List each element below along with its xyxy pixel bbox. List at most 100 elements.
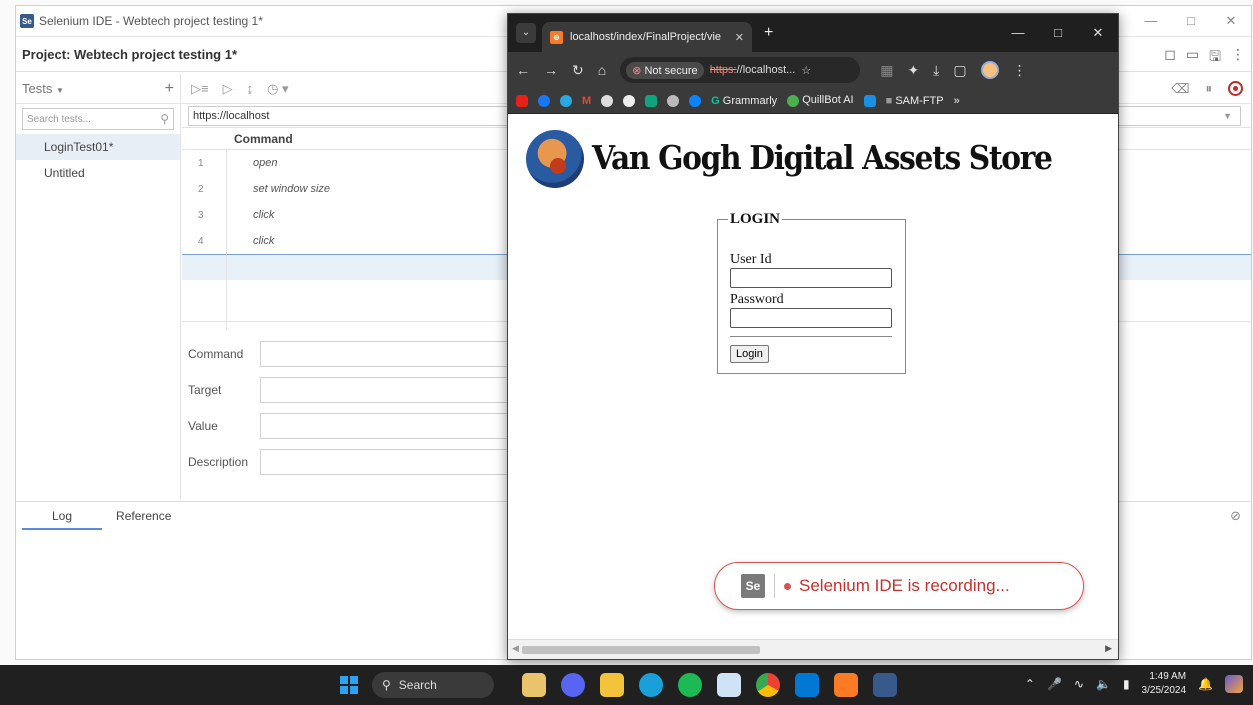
back-icon[interactable]: ←: [516, 62, 530, 78]
onedrive-icon[interactable]: [689, 94, 702, 107]
facebook-icon[interactable]: [538, 94, 550, 107]
description-field[interactable]: [260, 449, 520, 475]
password-input[interactable]: [730, 308, 892, 328]
run-current-test-icon[interactable]: ▷: [223, 81, 233, 97]
grammarly-bookmark[interactable]: G Grammarly: [711, 95, 777, 107]
widgets-icon[interactable]: [522, 673, 546, 697]
sam-ftp-bookmark[interactable]: ■ SAM-FTP: [886, 95, 944, 107]
battery-icon[interactable]: ▮: [1123, 677, 1130, 691]
clock[interactable]: 1:49 AM 3/25/2024: [1142, 670, 1187, 698]
file-explorer-icon[interactable]: [600, 673, 624, 697]
chrome-icon[interactable]: [756, 673, 780, 697]
minimize-icon[interactable]: —: [998, 14, 1038, 52]
maximize-icon[interactable]: □: [1038, 14, 1078, 52]
value-field[interactable]: [260, 413, 520, 439]
youtube-icon[interactable]: [516, 94, 528, 107]
clear-log-icon[interactable]: ⊘: [1230, 508, 1241, 524]
run-all-tests-icon[interactable]: ▷≡: [191, 81, 209, 97]
save-project-icon[interactable]: 🖫: [1209, 46, 1221, 70]
address-bar[interactable]: ⊗ Not secure https://localhost... ☆: [620, 57, 861, 83]
close-icon[interactable]: ✕: [1078, 14, 1118, 52]
copilot-icon[interactable]: [1225, 675, 1243, 693]
selenium-ide-icon[interactable]: [873, 673, 897, 697]
taskbar-search[interactable]: ⚲ Search: [372, 672, 494, 698]
volume-icon[interactable]: 🔈: [1096, 677, 1111, 691]
speed-icon[interactable]: ◷ ▾: [267, 81, 288, 97]
tab-reference[interactable]: Reference: [102, 502, 185, 530]
test-item-untitled[interactable]: Untitled: [16, 160, 180, 186]
web-icon[interactable]: [667, 94, 680, 107]
github-icon[interactable]: [623, 94, 636, 107]
selenium-logo-icon: Se: [20, 14, 34, 28]
new-tab-icon[interactable]: +: [764, 24, 773, 42]
tests-panel: Search tests... ⚲ LoginTest01* Untitled: [16, 104, 181, 499]
downloads-icon[interactable]: ⤓: [933, 62, 939, 79]
discord-icon[interactable]: [561, 673, 585, 697]
close-tab-icon[interactable]: ✕: [735, 31, 744, 44]
not-secure-badge[interactable]: ⊗ Not secure: [626, 61, 704, 79]
more-options-icon[interactable]: ⋮: [1231, 46, 1245, 70]
command-index: 4: [198, 235, 204, 247]
command-field[interactable]: [260, 341, 520, 367]
home-icon[interactable]: ⌂: [598, 62, 606, 78]
outlook-icon[interactable]: [795, 673, 819, 697]
step-over-icon[interactable]: ↨: [247, 81, 254, 97]
disable-breakpoints-icon[interactable]: ⌫: [1171, 81, 1189, 97]
side-panel-icon[interactable]: ▢: [953, 62, 966, 79]
close-icon[interactable]: ✕: [1211, 6, 1251, 36]
new-project-icon[interactable]: ◻: [1164, 46, 1176, 70]
xampp-icon[interactable]: [834, 673, 858, 697]
more-bookmarks-icon[interactable]: »: [954, 95, 960, 107]
not-secure-label: Not secure: [644, 64, 698, 77]
minimize-icon[interactable]: —: [1131, 6, 1171, 36]
target-field[interactable]: [260, 377, 520, 403]
chevron-down-icon[interactable]: ▼: [1223, 107, 1232, 125]
edge-icon[interactable]: [639, 673, 663, 697]
chevron-down-icon: ▼: [55, 86, 64, 95]
selenium-window-controls: — □ ✕: [1131, 6, 1251, 36]
recording-banner: Se Selenium IDE is recording...: [714, 562, 1084, 610]
chrome-menu-icon[interactable]: ⋮: [1013, 62, 1027, 79]
tab-search-icon[interactable]: ⌄: [516, 23, 536, 43]
quillbot-bookmark[interactable]: QuillBot AI: [787, 94, 854, 107]
add-test-button[interactable]: +: [165, 80, 174, 98]
divider: [774, 574, 775, 598]
maximize-icon[interactable]: □: [1171, 6, 1211, 36]
tab-log[interactable]: Log: [22, 502, 103, 530]
forward-icon[interactable]: →: [544, 62, 558, 78]
notification-bell-icon[interactable]: 🔔: [1198, 677, 1213, 691]
wifi-bookmark-icon[interactable]: [863, 94, 876, 107]
extensions-icon[interactable]: ✦: [907, 62, 919, 79]
wifi-icon[interactable]: ∿: [1074, 677, 1084, 691]
notepad-icon[interactable]: [717, 673, 741, 697]
value-label: Value: [188, 419, 218, 433]
spotify-icon[interactable]: [678, 673, 702, 697]
chatgpt-icon[interactable]: [645, 94, 658, 107]
user-id-input[interactable]: [730, 268, 892, 288]
login-button[interactable]: Login: [730, 345, 769, 363]
scrollbar-thumb[interactable]: [522, 646, 760, 654]
scroll-right-icon[interactable]: ▶: [1105, 643, 1112, 654]
recording-dot-icon: [784, 582, 791, 590]
bookmark-star-icon[interactable]: ☆: [801, 64, 811, 77]
pause-icon[interactable]: ⏸: [1206, 81, 1213, 97]
search-tests-input[interactable]: Search tests... ⚲: [22, 108, 174, 130]
bookmark-icon[interactable]: [560, 94, 572, 107]
gmail-icon[interactable]: M: [582, 95, 591, 107]
horizontal-scrollbar[interactable]: ◀ ▶: [508, 639, 1118, 659]
open-project-icon[interactable]: ▭: [1186, 46, 1199, 70]
tab-localhost[interactable]: ⊛ localhost/index/FinalProject/vie ✕: [542, 22, 752, 52]
recording-controls: ⌫ ⏸: [1171, 81, 1243, 97]
reload-icon[interactable]: ↻: [572, 62, 584, 79]
globe-icon[interactable]: [601, 94, 614, 107]
tests-dropdown[interactable]: Tests ▼ +: [16, 74, 181, 103]
chevron-up-icon[interactable]: ⌃: [1025, 677, 1035, 691]
test-item-logintest01[interactable]: LoginTest01*: [16, 134, 180, 160]
scroll-left-icon[interactable]: ◀: [512, 643, 519, 654]
translate-icon[interactable]: ▦: [880, 62, 893, 79]
search-icon: ⚲: [160, 112, 169, 126]
stop-recording-icon[interactable]: [1228, 81, 1243, 96]
windows-start-icon[interactable]: [340, 676, 358, 694]
microphone-icon[interactable]: 🎤: [1047, 677, 1062, 691]
profile-avatar[interactable]: [980, 61, 999, 79]
